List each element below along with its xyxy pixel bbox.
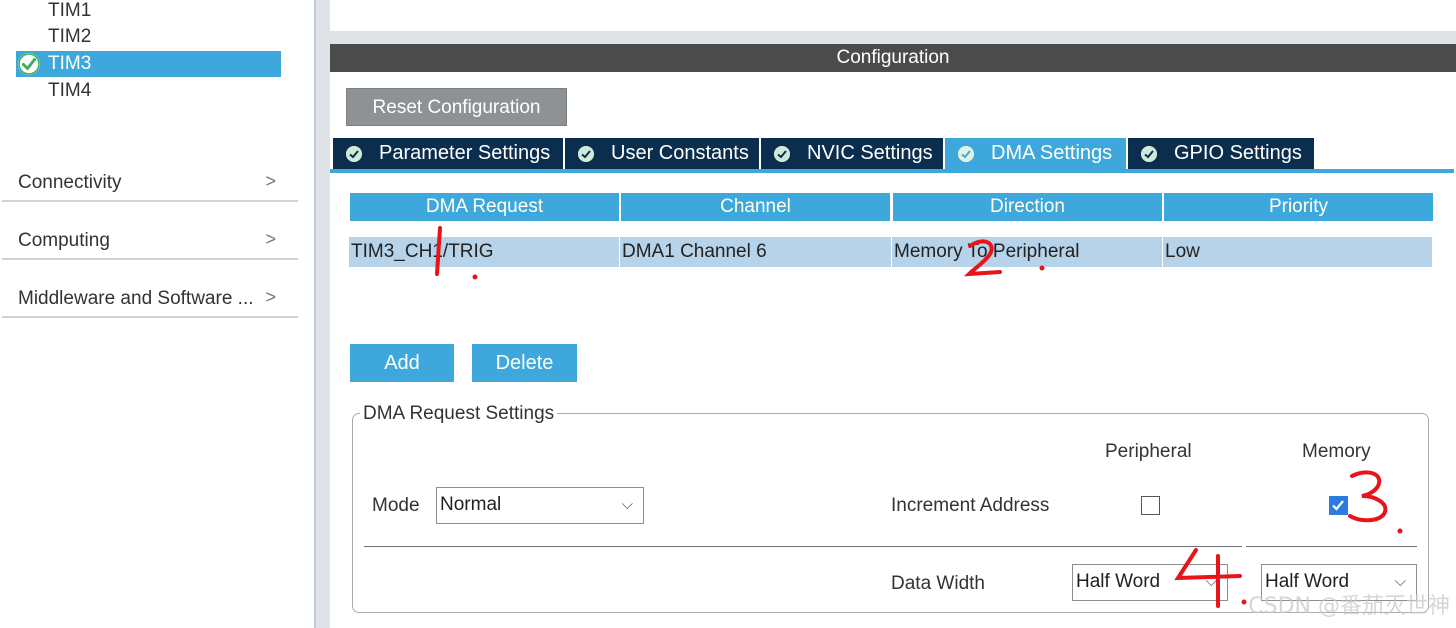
divider: [1246, 546, 1417, 547]
checkmark-icon: [1332, 500, 1344, 511]
check-circle-icon: [958, 146, 974, 162]
increment-peripheral-checkbox[interactable]: [1141, 496, 1160, 515]
data-width-label: Data Width: [891, 573, 985, 594]
category-middleware[interactable]: Middleware and Software ... >: [2, 262, 298, 318]
check-circle-icon: [774, 146, 790, 162]
panel-separator: [330, 31, 1456, 44]
tab-dma-settings[interactable]: DMA Settings: [945, 138, 1126, 169]
mode-select[interactable]: Normal ⌵: [436, 487, 644, 524]
tab-label: GPIO Settings: [1174, 142, 1302, 164]
category-label: Computing: [18, 230, 110, 251]
tree-item-label: TIM3: [48, 53, 92, 74]
tab-label: DMA Settings: [991, 142, 1113, 164]
watermark: CSDN @番茄灭世神: [1248, 594, 1450, 619]
tab-user-constants[interactable]: User Constants: [565, 138, 759, 169]
data-width-peripheral-value: Half Word: [1076, 571, 1161, 592]
check-circle-icon: [346, 146, 362, 162]
table-cell: Low: [1163, 237, 1433, 267]
add-button[interactable]: Add: [350, 344, 454, 382]
left-panel: TIM1 TIM2 TIM3 TIM4 Connectivity > Compu…: [0, 0, 314, 628]
increment-memory-checkbox[interactable]: [1329, 496, 1348, 515]
chevron-right-icon: >: [265, 171, 276, 191]
tree-item-label: TIM2: [48, 26, 92, 47]
tab-label: NVIC Settings: [807, 142, 933, 164]
delete-button[interactable]: Delete: [472, 344, 577, 382]
tab-label: User Constants: [611, 142, 749, 164]
group-title: DMA Request Settings: [360, 403, 558, 425]
table-cell: Memory To Peripheral: [892, 237, 1163, 267]
chevron-right-icon: >: [265, 229, 276, 249]
column-header[interactable]: Priority: [1164, 193, 1433, 221]
configuration-header: Configuration: [330, 44, 1456, 72]
category-computing[interactable]: Computing >: [2, 204, 298, 260]
mode-value: Normal: [440, 494, 502, 515]
right-panel: Configuration Reset Configuration Parame…: [330, 0, 1456, 628]
tab-underline: [330, 169, 1454, 173]
table-cell: TIM3_CH1/TRIG: [349, 237, 620, 267]
tab-parameter-settings[interactable]: Parameter Settings: [333, 138, 563, 169]
increment-address-label: Increment Address: [891, 495, 1050, 516]
tab-label: Parameter Settings: [379, 142, 551, 164]
tree-item-tim1[interactable]: TIM1: [16, 0, 281, 24]
check-circle-icon: [1141, 146, 1157, 162]
panel-splitter[interactable]: [314, 0, 330, 628]
table-cell: DMA1 Channel 6: [620, 237, 892, 267]
check-circle-icon: [578, 146, 594, 162]
tree-item-label: TIM4: [48, 80, 92, 101]
peripheral-column-label: Peripheral: [1105, 441, 1192, 462]
column-header[interactable]: DMA Request: [350, 193, 619, 221]
check-circle-icon: [18, 53, 40, 75]
tab-nvic-settings[interactable]: NVIC Settings: [761, 138, 943, 169]
tree-item-label: TIM1: [48, 0, 92, 21]
column-header[interactable]: Channel: [621, 193, 890, 221]
memory-column-label: Memory: [1302, 441, 1371, 462]
divider: [364, 546, 1242, 547]
chevron-right-icon: >: [265, 287, 276, 307]
chevron-down-icon: ⌵: [1205, 573, 1217, 590]
category-label: Connectivity: [18, 172, 122, 193]
reset-configuration-button[interactable]: Reset Configuration: [346, 88, 567, 126]
tree-item-tim4[interactable]: TIM4: [16, 78, 281, 104]
tab-gpio-settings[interactable]: GPIO Settings: [1128, 138, 1314, 169]
tree-item-tim2[interactable]: TIM2: [16, 24, 281, 50]
category-connectivity[interactable]: Connectivity >: [2, 146, 298, 202]
data-width-peripheral-select[interactable]: Half Word ⌵: [1072, 564, 1228, 601]
category-label: Middleware and Software ...: [18, 288, 254, 309]
chevron-down-icon: ⌵: [621, 496, 633, 513]
mode-label: Mode: [372, 495, 420, 516]
tree-item-tim3[interactable]: TIM3: [16, 51, 281, 77]
column-header[interactable]: Direction: [893, 193, 1162, 221]
